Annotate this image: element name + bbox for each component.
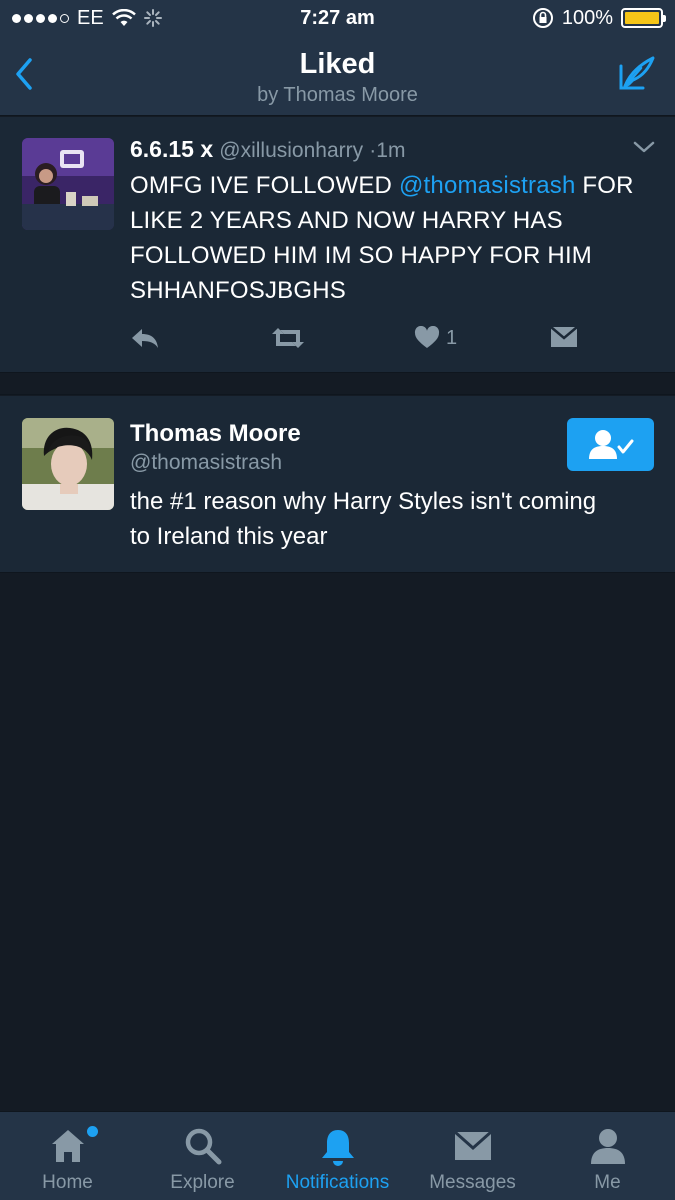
retweet-button[interactable] — [270, 326, 306, 350]
user-check-icon — [588, 429, 633, 459]
reply-button[interactable] — [130, 326, 160, 350]
tweet-menu-button[interactable] — [633, 140, 655, 159]
nav-header: Liked by Thomas Moore — [0, 36, 675, 116]
tab-home[interactable]: Home — [0, 1112, 135, 1200]
chevron-down-icon — [633, 141, 655, 153]
status-bar: EE 7:27 am 100% — [0, 0, 675, 36]
tab-messages[interactable]: Messages — [405, 1112, 540, 1200]
tweet-author-handle[interactable]: @xillusionharry — [219, 139, 363, 162]
reply-icon — [132, 329, 158, 348]
direct-message-button[interactable] — [550, 326, 578, 348]
page-title: Liked — [299, 48, 376, 80]
envelope-icon — [453, 1130, 492, 1160]
avatar-photo-icon — [22, 138, 114, 230]
tweet-author-name[interactable]: 6.6.15 x — [130, 136, 213, 162]
retweet-icon — [272, 328, 304, 348]
status-right: 100% — [532, 6, 666, 30]
carrier-label: EE — [77, 6, 104, 29]
like-button[interactable]: 1 — [414, 326, 457, 350]
user-bio: the #1 reason why Harry Styles isn't com… — [130, 488, 597, 550]
tab-notifications[interactable]: Notifications — [270, 1112, 405, 1200]
status-left: EE — [12, 7, 162, 30]
wifi-icon — [111, 9, 136, 26]
user-avatar[interactable] — [22, 418, 114, 510]
search-icon — [185, 1128, 221, 1165]
battery-percent: 100% — [561, 6, 613, 29]
user-name[interactable]: Thomas Moore — [130, 420, 301, 448]
battery-icon — [621, 8, 666, 28]
tweet-text: OMFG IVE FOLLOWED @thomasistrash FOR LIK… — [130, 168, 655, 308]
activity-spinner-icon — [143, 9, 162, 27]
heart-icon — [414, 326, 440, 348]
tab-notifications-label: Notifications — [285, 1172, 390, 1193]
tab-bar: Home Explore Notifications Messages Me — [0, 1111, 675, 1200]
tab-explore-label: Explore — [170, 1172, 235, 1193]
envelope-icon — [550, 326, 578, 347]
user-handle: @thomasistrash — [130, 451, 283, 474]
tweet-header: 6.6.15 x @xillusionharry ·1m — [130, 136, 405, 163]
bell-icon — [321, 1130, 354, 1166]
tab-messages-label: Messages — [429, 1172, 516, 1193]
home-notification-dot — [87, 1126, 98, 1137]
section-divider — [0, 373, 675, 395]
tab-me-label: Me — [594, 1172, 621, 1193]
person-icon — [590, 1129, 625, 1164]
tweet-author-avatar[interactable] — [22, 138, 114, 230]
rotation-lock-icon — [532, 8, 553, 28]
battery-fill — [625, 12, 659, 24]
signal-strength-icon — [12, 13, 69, 23]
home-icon — [51, 1130, 84, 1162]
tweet-timestamp: 1m — [376, 139, 406, 162]
tab-me[interactable]: Me — [540, 1112, 675, 1200]
tab-home-label: Home — [42, 1172, 93, 1193]
page-subtitle: by Thomas Moore — [257, 84, 418, 106]
tweet-mention-link[interactable]: @thomasistrash — [399, 172, 576, 199]
avatar-photo-icon — [22, 418, 114, 510]
tweet-text-before: OMFG IVE FOLLOWED — [130, 172, 399, 199]
like-count: 1 — [446, 326, 458, 349]
tab-explore[interactable]: Explore — [135, 1112, 270, 1200]
compose-quill-icon — [619, 56, 655, 90]
following-button[interactable] — [567, 418, 654, 471]
tweet-actions: 1 — [130, 326, 590, 356]
compose-button[interactable] — [615, 54, 659, 94]
